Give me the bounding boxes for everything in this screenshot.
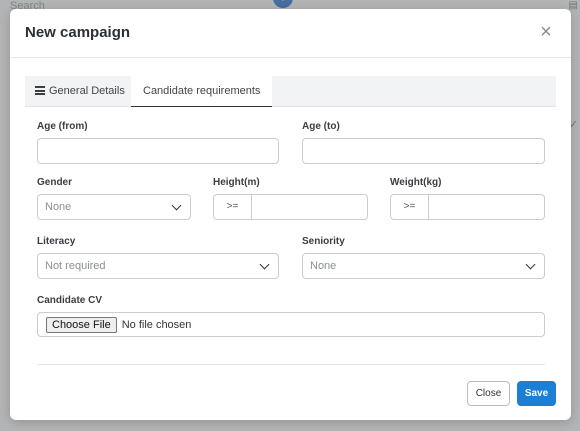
chevron-down-icon — [259, 259, 270, 270]
chevron-down-icon — [171, 200, 182, 211]
tab-bar: General Details Candidate requirements — [25, 76, 556, 107]
age-to-input[interactable] — [302, 138, 545, 164]
chevron-down-icon — [525, 259, 536, 270]
seniority-selected-value: None — [310, 260, 337, 272]
weight-label: Weight(kg) — [390, 177, 442, 188]
file-status-text: No file chosen — [121, 318, 192, 331]
literacy-label: Literacy — [37, 236, 76, 247]
list-icon — [35, 86, 45, 95]
height-operator: >= — [214, 195, 252, 219]
age-from-label: Age (from) — [37, 121, 88, 132]
new-campaign-modal: New campaign × General Details Candidate… — [10, 9, 571, 420]
close-icon[interactable]: × — [537, 22, 555, 42]
choose-file-button[interactable]: Choose File — [46, 316, 117, 333]
age-to-label: Age (to) — [302, 121, 340, 132]
gender-select[interactable]: None — [37, 194, 191, 220]
tab-general-details-label: General Details — [49, 85, 125, 97]
weight-input[interactable] — [429, 195, 544, 219]
candidate-cv-file-input: Choose File No file chosen — [37, 312, 545, 337]
close-button[interactable]: Close — [467, 381, 510, 406]
seniority-label: Seniority — [302, 236, 345, 247]
height-input-group: >= — [213, 194, 368, 220]
tab-candidate-requirements[interactable]: Candidate requirements — [131, 76, 273, 107]
modal-header: New campaign × — [10, 9, 571, 58]
literacy-selected-value: Not required — [45, 260, 106, 272]
age-from-input[interactable] — [37, 138, 279, 164]
tab-general-details[interactable]: General Details — [35, 76, 125, 107]
candidate-cv-label: Candidate CV — [37, 295, 103, 306]
literacy-select[interactable]: Not required — [37, 253, 279, 279]
weight-operator: >= — [391, 195, 429, 219]
gender-label: Gender — [37, 177, 73, 188]
gender-selected-value: None — [45, 201, 72, 213]
footer-divider — [37, 364, 545, 365]
modal-title: New campaign — [25, 24, 131, 41]
seniority-select[interactable]: None — [302, 253, 545, 279]
save-button[interactable]: Save — [517, 381, 556, 406]
weight-input-group: >= — [390, 194, 545, 220]
height-input[interactable] — [252, 195, 367, 219]
tab-candidate-requirements-label: Candidate requirements — [143, 85, 261, 97]
height-label: Height(m) — [213, 177, 260, 188]
